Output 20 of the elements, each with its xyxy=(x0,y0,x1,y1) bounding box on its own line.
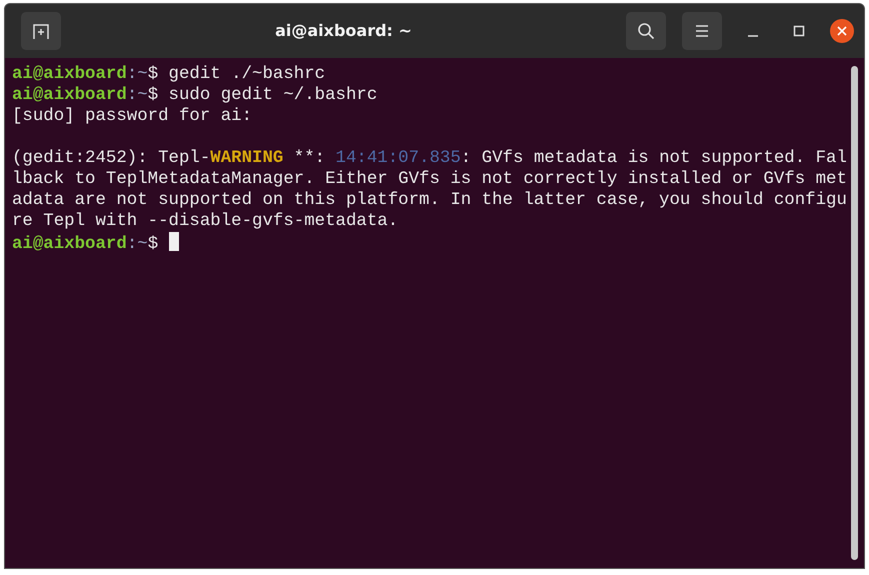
scrollbar[interactable] xyxy=(850,66,858,560)
terminal-line: re Tepl with --disable-gvfs-metadata. xyxy=(12,212,398,231)
terminal-line: ai@aixboard:~$ sudo gedit ~/.bashrc xyxy=(12,86,378,105)
new-tab-button[interactable] xyxy=(21,12,61,50)
close-button[interactable] xyxy=(830,19,854,43)
terminal-line: adata are not supported on this platform. In the latter case, you should configu xyxy=(12,191,847,210)
terminal-line: [sudo] password for ai: xyxy=(12,107,252,126)
new-tab-icon xyxy=(32,22,50,40)
terminal-line: lback to TeplMetadataManager. Either GVfs is not correctly installed or GVfs met xyxy=(12,170,847,189)
menu-button[interactable] xyxy=(682,12,722,50)
terminal-line: ai@aixboard:~$ xyxy=(12,235,160,254)
maximize-icon xyxy=(793,25,805,37)
search-button[interactable] xyxy=(626,12,666,50)
menu-icon xyxy=(694,24,710,38)
terminal-line: (gedit:2452): Tepl-WARNING **: 14:41:07.835: GVfs metadata is not supported. Fal xyxy=(12,149,847,168)
minimize-icon xyxy=(748,35,758,37)
search-icon xyxy=(637,22,655,40)
terminal-line: ai@aixboard:~$ gedit ./~bashrc xyxy=(12,65,326,84)
window-title: ai@aixboard: ~ xyxy=(274,20,413,42)
close-icon xyxy=(837,26,847,36)
